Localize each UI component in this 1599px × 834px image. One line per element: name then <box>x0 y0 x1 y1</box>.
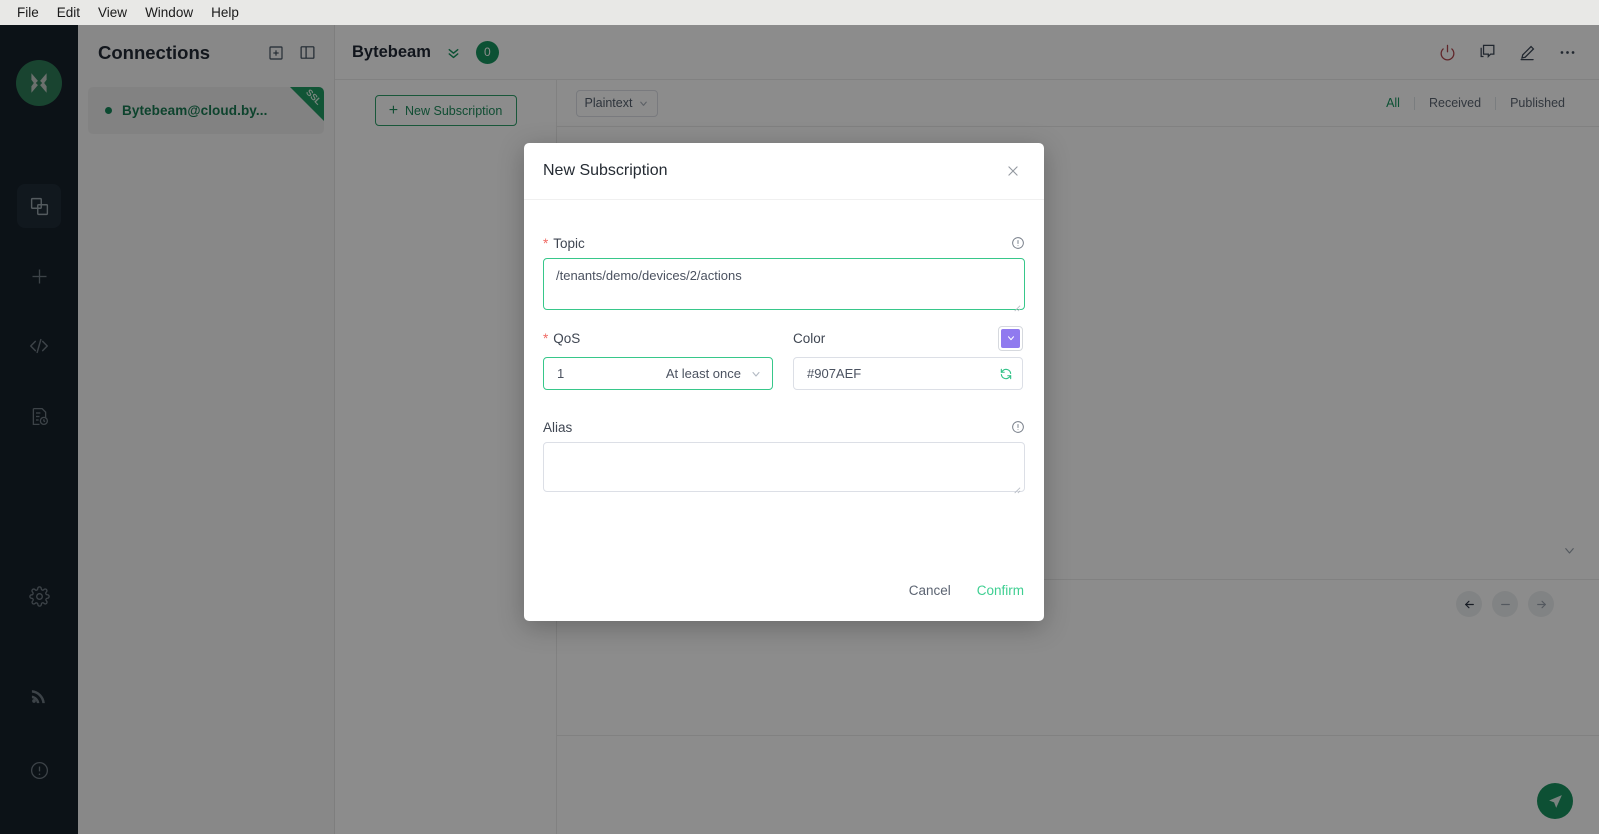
chevron-down-icon <box>750 368 762 380</box>
topic-field-wrap <box>543 258 1025 315</box>
topic-input[interactable] <box>543 258 1025 310</box>
info-circle-icon[interactable] <box>1011 236 1025 250</box>
alias-input[interactable] <box>543 442 1025 492</box>
dialog-footer: Cancel Confirm <box>524 559 1044 621</box>
info-circle-icon[interactable] <box>1011 420 1025 434</box>
qos-label-row: * QoS <box>543 325 773 351</box>
topic-label-row: * Topic <box>543 228 1025 258</box>
app-shell: Connections Bytebeam@cloud.by... SSL Byt… <box>0 25 1599 834</box>
color-swatch-button[interactable] <box>998 325 1023 351</box>
qos-description: At least once <box>665 366 741 381</box>
topic-label: Topic <box>553 235 585 251</box>
close-icon[interactable] <box>1002 160 1024 182</box>
color-input[interactable]: #907AEF <box>793 357 1023 390</box>
cancel-button[interactable]: Cancel <box>909 583 951 598</box>
dialog-body: * Topic * QoS <box>524 200 1044 497</box>
new-subscription-dialog: New Subscription * Topic /tenants/demo/d… <box>524 143 1044 621</box>
color-swatch <box>1001 328 1020 348</box>
menu-item-help[interactable]: Help <box>202 1 248 24</box>
confirm-button[interactable]: Confirm <box>977 583 1024 598</box>
menu-bar: File Edit View Window Help <box>0 0 1599 25</box>
required-marker: * <box>543 235 549 251</box>
color-label-row: Color <box>793 325 1023 351</box>
menu-item-file[interactable]: File <box>8 1 48 24</box>
alias-field-wrap <box>543 442 1025 497</box>
refresh-icon[interactable] <box>999 367 1013 381</box>
color-column: Color #907AEF <box>793 325 1023 390</box>
color-value: #907AEF <box>807 366 862 381</box>
required-marker: * <box>543 330 549 346</box>
qos-column: * QoS 1 At least once <box>543 325 773 390</box>
alias-label-row: Alias <box>543 412 1025 442</box>
dialog-title: New Subscription <box>543 162 668 179</box>
dialog-header: New Subscription <box>524 143 1044 200</box>
qos-color-row: * QoS 1 At least once Color #907AEF <box>543 325 1025 390</box>
qos-label: QoS <box>553 330 581 346</box>
color-label: Color <box>793 330 826 346</box>
menu-item-view[interactable]: View <box>89 1 136 24</box>
qos-select[interactable]: 1 At least once <box>543 357 773 390</box>
menu-item-window[interactable]: Window <box>136 1 202 24</box>
alias-label: Alias <box>543 419 573 435</box>
menu-item-edit[interactable]: Edit <box>48 1 89 24</box>
qos-value: 1 <box>557 366 565 381</box>
